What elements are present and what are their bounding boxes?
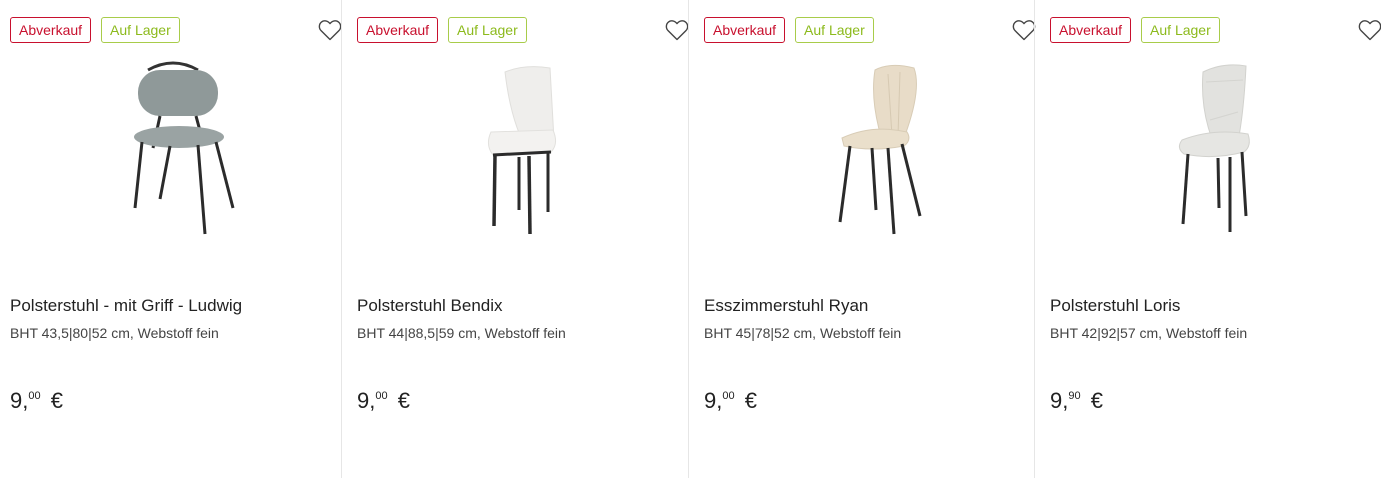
badge-row: Abverkauf Auf Lager [704, 17, 874, 43]
price-main: 9, [1050, 388, 1069, 413]
wishlist-heart-icon[interactable] [665, 19, 689, 41]
product-dimensions: BHT 44|88,5|59 cm, Webstoff fein [357, 325, 566, 341]
currency: € [738, 388, 757, 413]
badge-row: Abverkauf Auf Lager [10, 17, 180, 43]
card-divider [1034, 0, 1035, 478]
wishlist-heart-icon[interactable] [318, 19, 342, 41]
currency: € [44, 388, 63, 413]
product-card[interactable]: Abverkauf Auf Lager Polsterstuhl - mit G… [10, 0, 345, 478]
badge-row: Abverkauf Auf Lager [357, 17, 527, 43]
stock-badge: Auf Lager [448, 17, 527, 43]
card-divider [341, 0, 342, 478]
currency: € [1084, 388, 1103, 413]
product-grid: Abverkauf Auf Lager Polsterstuhl - mit G… [0, 0, 1381, 478]
product-price: 9,00 € [10, 388, 63, 414]
wishlist-heart-icon[interactable] [1012, 19, 1036, 41]
sale-badge: Abverkauf [1050, 17, 1132, 43]
price-cents: 00 [375, 390, 388, 402]
product-dimensions: BHT 42|92|57 cm, Webstoff fein [1050, 325, 1248, 341]
product-title[interactable]: Esszimmerstuhl Ryan [704, 296, 868, 316]
price-main: 9, [704, 388, 723, 413]
price-main: 9, [10, 388, 29, 413]
sale-badge: Abverkauf [357, 17, 439, 43]
product-card[interactable]: Abverkauf Auf Lager Esszimmerstuhl Ryan … [704, 0, 1039, 478]
price-cents: 00 [28, 390, 41, 402]
currency: € [391, 388, 410, 413]
product-dimensions: BHT 43,5|80|52 cm, Webstoff fein [10, 325, 219, 341]
product-card[interactable]: Abverkauf Auf Lager Polsterstuhl Loris B… [1050, 0, 1381, 478]
wishlist-heart-icon[interactable] [1358, 19, 1381, 41]
product-card[interactable]: Abverkauf Auf Lager Polsterstuhl Bendix … [357, 0, 692, 478]
price-cents: 00 [722, 390, 735, 402]
product-price: 9,00 € [704, 388, 757, 414]
product-image[interactable] [78, 60, 278, 240]
sale-badge: Abverkauf [10, 17, 92, 43]
product-image[interactable] [1118, 60, 1318, 240]
product-title[interactable]: Polsterstuhl Bendix [357, 296, 503, 316]
card-divider [688, 0, 689, 478]
badge-row: Abverkauf Auf Lager [1050, 17, 1220, 43]
product-title[interactable]: Polsterstuhl Loris [1050, 296, 1180, 316]
stock-badge: Auf Lager [795, 17, 874, 43]
stock-badge: Auf Lager [101, 17, 180, 43]
sale-badge: Abverkauf [704, 17, 786, 43]
stock-badge: Auf Lager [1141, 17, 1220, 43]
product-title[interactable]: Polsterstuhl - mit Griff - Ludwig [10, 296, 242, 316]
product-dimensions: BHT 45|78|52 cm, Webstoff fein [704, 325, 902, 341]
product-price: 9,00 € [357, 388, 410, 414]
product-price: 9,90 € [1050, 388, 1103, 414]
price-main: 9, [357, 388, 376, 413]
price-cents: 90 [1068, 390, 1081, 402]
product-image[interactable] [772, 60, 972, 240]
product-image[interactable] [425, 60, 625, 240]
